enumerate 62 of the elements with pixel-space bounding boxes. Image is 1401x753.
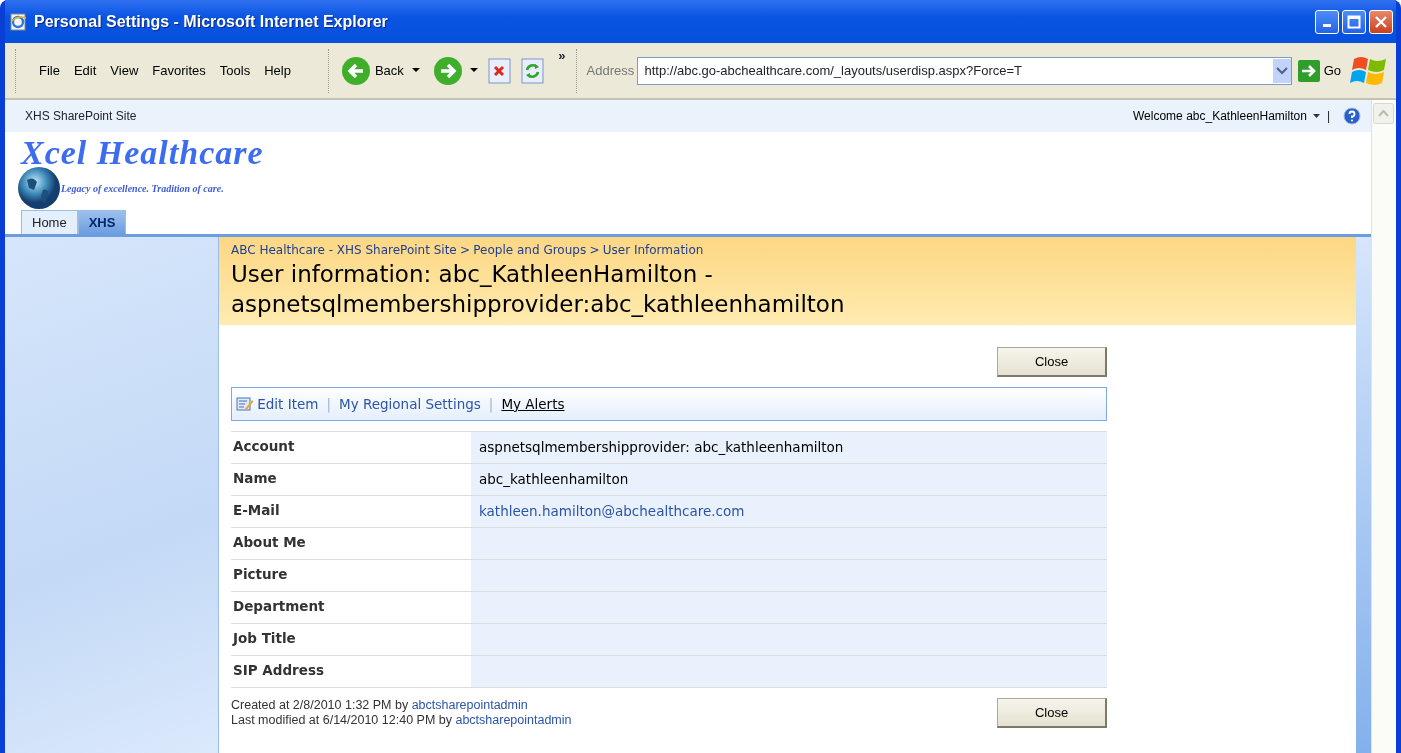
menu-item[interactable]: Help (257, 60, 298, 81)
maximize-icon (1347, 14, 1361, 29)
action-link[interactable]: My Alerts (501, 393, 565, 415)
stop-icon[interactable] (487, 57, 512, 84)
go-button[interactable]: Go (1295, 59, 1343, 82)
dropdown-arrow-icon[interactable] (469, 68, 478, 73)
dropdown-arrow-icon[interactable] (412, 68, 421, 73)
address-field[interactable]: http://abc.go-abchealthcare.com/_layouts/userdisp.aspx?Force=T (637, 56, 1293, 85)
separator-text: | (1326, 108, 1330, 125)
field-label: Department (232, 597, 326, 616)
minimize-button[interactable] (1315, 9, 1339, 34)
footer-text: Last modified at 6/14/2010 12:40 PM by abctsharepointadmin (231, 713, 572, 728)
footer-text: Created at 2/8/2010 1:32 PM by abctsharepointadmin (231, 698, 529, 713)
breadcrumb-link[interactable]: ABC Healthcare - XHS SharePoint Site (231, 243, 457, 257)
help-icon[interactable] (1343, 107, 1361, 125)
menu-item[interactable]: Favorites (145, 60, 213, 81)
close-button[interactable]: Close (997, 698, 1107, 728)
logo-title: Xcel Healthcare (21, 136, 265, 170)
maximize-button[interactable] (1342, 9, 1366, 34)
nav-tab[interactable]: XHS (77, 209, 127, 234)
action-link[interactable]: Edit Item (236, 393, 319, 415)
site-title: XHS SharePoint Site (25, 108, 137, 125)
menu-item[interactable]: File (32, 60, 67, 81)
menu-item[interactable]: Tools (212, 60, 258, 81)
breadcrumb-separator: > (460, 243, 471, 257)
field-label: Job Title (231, 629, 297, 648)
close-button[interactable] (1369, 9, 1393, 34)
user-link[interactable]: abctsharepointadmin (411, 698, 528, 712)
field-value: abc_kathleenhamilton (471, 464, 1107, 495)
breadcrumb-link[interactable]: People and Groups (473, 243, 587, 257)
email-link[interactable]: kathleen.hamilton@abchealthcare.com (479, 503, 745, 519)
menu-item[interactable]: View (103, 60, 146, 81)
welcome-menu[interactable]: Welcome abc_KathleenHamilton (1133, 107, 1321, 125)
globe-icon (17, 166, 61, 210)
field-label: Name (232, 469, 278, 488)
browser-icon (8, 11, 28, 32)
close-button[interactable]: Close (997, 347, 1107, 377)
menu-item[interactable]: Edit (66, 60, 104, 81)
tagline: Legacy of excellence. Tradition of care. (61, 181, 224, 196)
close-icon (1374, 14, 1388, 29)
field-value: aspnetsqlmembershipprovider: abc_kathleenhamilton (471, 432, 1107, 463)
dropdown-arrow-icon (1313, 114, 1321, 118)
edit-icon (236, 396, 254, 412)
more-tools-chevron[interactable]: » (558, 46, 566, 66)
back-button[interactable]: Back (338, 55, 406, 86)
page-title: User information: abc_KathleenHamilton - aspnetsqlmembershipprovider:abc_kathleenhamilton (231, 260, 846, 319)
separator-text: | (488, 394, 494, 415)
separator-text: | (326, 394, 331, 415)
address-label: Address (586, 61, 635, 80)
minimize-icon (1323, 24, 1331, 27)
field-label: Picture (232, 565, 289, 584)
breadcrumb-separator: > (589, 243, 600, 257)
field-label: E-Mail (232, 501, 281, 520)
breadcrumb-link[interactable]: User Information (602, 243, 704, 257)
user-link[interactable]: abctsharepointadmin (455, 713, 572, 727)
refresh-icon[interactable] (521, 57, 546, 84)
field-label: About Me (232, 533, 307, 552)
window-title: Personal Settings - Microsoft Internet Explorer (34, 11, 388, 32)
field-label: Account (232, 437, 296, 456)
action-link[interactable]: My Regional Settings (339, 393, 481, 415)
field-label: SIP Address (232, 661, 325, 680)
nav-tab[interactable]: Home (21, 209, 78, 234)
